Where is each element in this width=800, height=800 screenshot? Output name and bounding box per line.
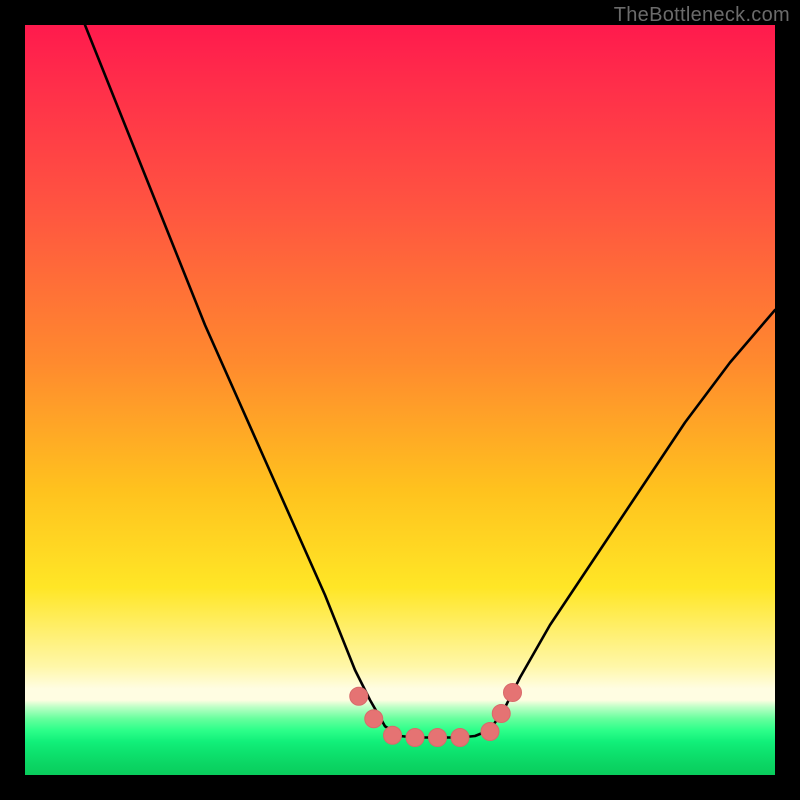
optimum-marker <box>492 705 510 723</box>
bottleneck-curve <box>85 25 775 738</box>
bottleneck-curve-svg <box>25 25 775 775</box>
optimum-marker <box>451 729 469 747</box>
optimum-marker <box>406 729 424 747</box>
optimum-marker <box>350 687 368 705</box>
watermark-text: TheBottleneck.com <box>614 4 790 27</box>
optimum-marker <box>504 684 522 702</box>
optimum-marker <box>429 729 447 747</box>
optimum-marker <box>365 710 383 728</box>
optimum-marker <box>384 726 402 744</box>
optimum-markers-group <box>350 684 522 747</box>
optimum-marker <box>481 723 499 741</box>
chart-frame: TheBottleneck.com <box>0 0 800 800</box>
plot-area <box>25 25 775 775</box>
